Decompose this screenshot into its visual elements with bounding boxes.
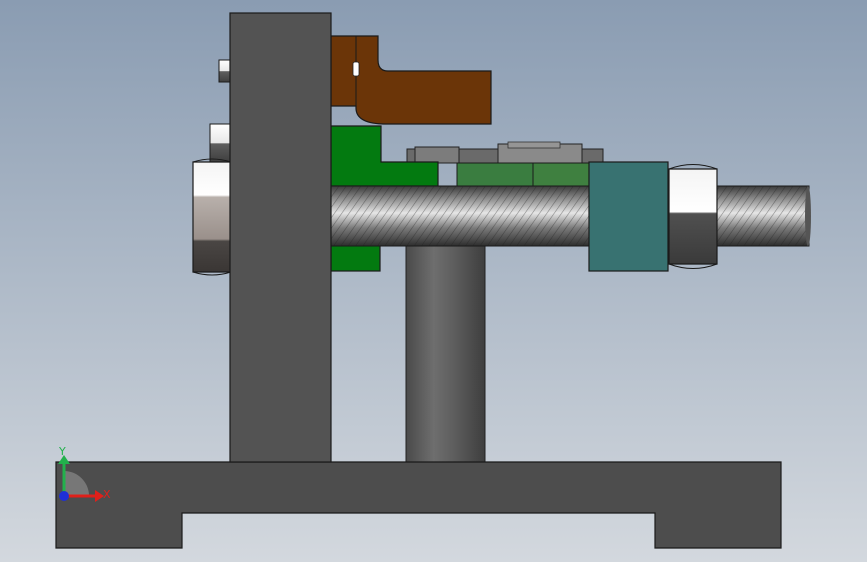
slide-cap-left — [414, 146, 460, 164]
hex-nut-left — [192, 161, 232, 273]
cad-viewport[interactable]: Y X — [0, 0, 867, 562]
assembly-drawing: Y X — [0, 0, 867, 562]
rod-collar — [588, 161, 669, 272]
clamp-block-lower — [330, 243, 381, 272]
jaw-pad-left — [456, 162, 534, 188]
x-axis-label: X — [103, 488, 111, 501]
slide-cap-ridge — [507, 141, 561, 149]
upright-plate — [229, 12, 332, 463]
left-washer — [209, 123, 232, 163]
jaw-pad-right — [532, 162, 590, 188]
small-screw-head — [218, 59, 232, 83]
support-post — [405, 239, 486, 463]
rod-end — [805, 186, 811, 246]
rod-threads — [331, 186, 809, 246]
y-axis-label: Y — [58, 445, 66, 458]
z-axis-dot — [59, 491, 69, 501]
bracket-slot — [352, 61, 360, 77]
hex-nut-right — [668, 168, 718, 265]
